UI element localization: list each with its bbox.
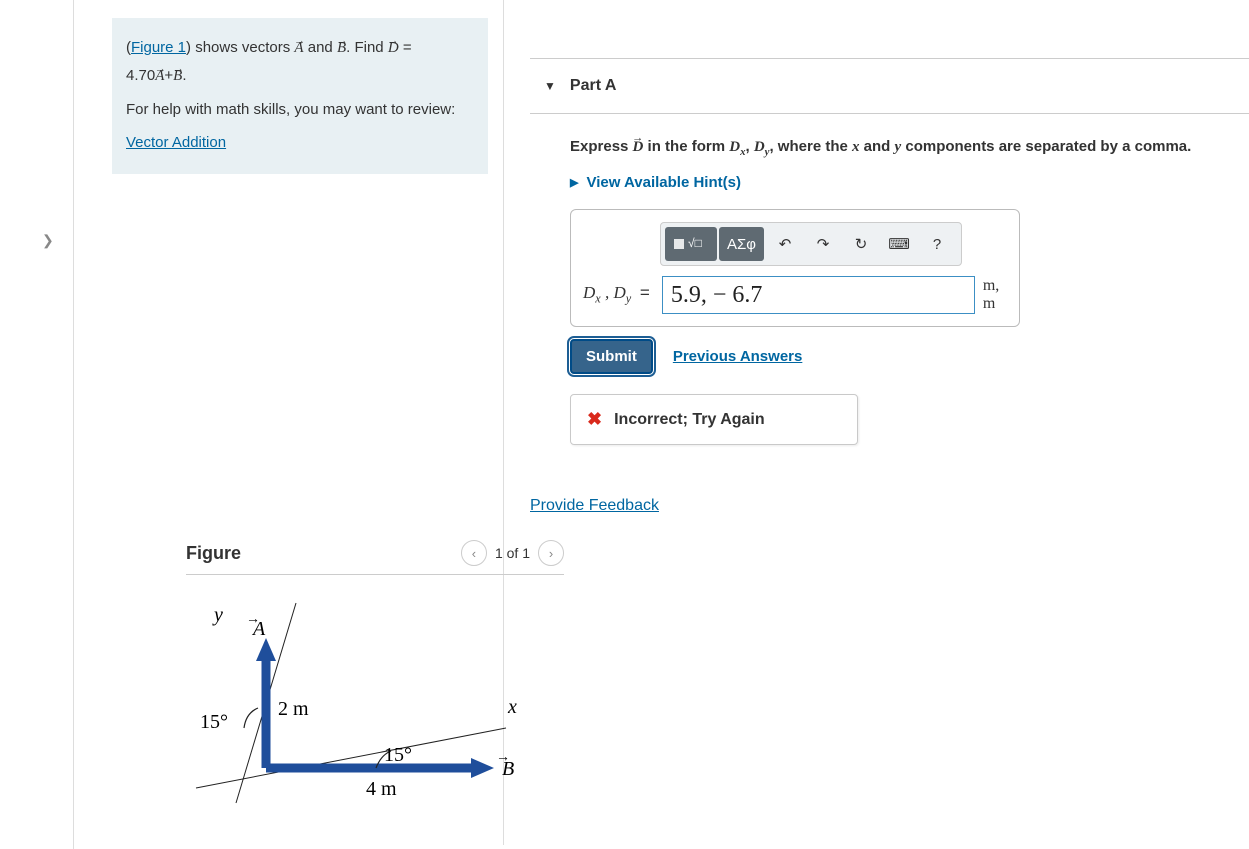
problem-statement: (Figure 1) shows vectors A and B. Find D… — [112, 18, 488, 174]
figure-prev-button[interactable]: ‹ — [461, 540, 487, 566]
previous-answers-link[interactable]: Previous Answers — [673, 348, 803, 365]
figure-header: Figure ‹ 1 of 1 › — [186, 540, 564, 575]
vector-d: D — [388, 40, 399, 56]
provide-feedback-link[interactable]: Provide Feedback — [530, 497, 659, 515]
help-button[interactable]: ? — [918, 227, 956, 261]
incorrect-icon: ✖ — [587, 409, 602, 430]
text: , — [601, 283, 614, 302]
text: , — [745, 138, 753, 155]
answer-input[interactable] — [662, 276, 975, 314]
redo-button[interactable]: ↷ — [804, 227, 842, 261]
figure-link[interactable]: Figure 1 — [131, 39, 186, 56]
hints-label: View Available Hint(s) — [586, 174, 741, 191]
text: and — [304, 39, 337, 56]
submit-button[interactable]: Submit — [570, 339, 653, 374]
vector-b-2: B — [173, 68, 182, 84]
text: y — [626, 292, 631, 306]
keyboard-button[interactable]: ⌨ — [880, 227, 918, 261]
view-hints-toggle[interactable]: ▶ View Available Hint(s) — [570, 174, 1249, 191]
left-rail: ❯ — [0, 0, 74, 849]
vector-b: B — [337, 40, 346, 56]
text: D — [583, 283, 595, 302]
text: components are separated by a comma. — [901, 138, 1191, 155]
len-a-label: 2 m — [278, 698, 309, 720]
answer-units: m, m — [983, 277, 1007, 313]
answer-card: √□ ΑΣφ ↶ ↷ ↻ ⌨ ? Dx , Dy = m, m — [570, 209, 1020, 327]
figure-next-button[interactable]: › — [538, 540, 564, 566]
y-axis-label: y — [212, 604, 223, 626]
text: and — [860, 138, 895, 155]
part-a-body: Express D in the form Dx, Dy, where the … — [530, 114, 1249, 515]
text: Express — [570, 138, 633, 155]
help-line: For help with math skills, you may want … — [126, 96, 474, 123]
greek-button[interactable]: ΑΣφ — [719, 227, 764, 261]
figure-title: Figure — [186, 543, 241, 564]
part-a-header[interactable]: ▼ Part A — [530, 58, 1249, 114]
templates-button[interactable]: √□ — [665, 227, 717, 261]
undo-button[interactable]: ↶ — [766, 227, 804, 261]
svg-text:√□: √□ — [688, 236, 702, 250]
caret-down-icon: ▼ — [544, 79, 556, 93]
svg-text:→: → — [496, 748, 510, 764]
x-axis-label: x — [507, 696, 517, 718]
dx: D — [729, 139, 740, 155]
right-column: ▼ Part A Express D in the form Dx, Dy, w… — [530, 0, 1249, 515]
answer-lhs: Dx , Dy = — [583, 283, 654, 306]
text: 4.70 — [126, 67, 155, 84]
equation-toolbar: √□ ΑΣφ ↶ ↷ ↻ ⌨ ? — [660, 222, 962, 266]
text: ) shows vectors — [186, 39, 294, 56]
instruction: Express D in the form Dx, Dy, where the … — [570, 136, 1249, 160]
figure-image: y x A → 2 m 15° B → 4 m 15° — [186, 593, 564, 836]
x-var: x — [852, 139, 860, 155]
text: = — [399, 39, 412, 56]
feedback-box: ✖ Incorrect; Try Again — [570, 394, 858, 445]
caret-right-icon: ▶ — [570, 176, 578, 189]
reset-button[interactable]: ↻ — [842, 227, 880, 261]
figure-section: Figure ‹ 1 of 1 › y x A → 2 m — [186, 540, 564, 836]
part-a-title: Part A — [570, 77, 617, 95]
dy: D — [754, 139, 765, 155]
expand-chevron-icon[interactable]: ❯ — [42, 232, 54, 249]
angle-b-label: 15° — [384, 744, 412, 766]
left-column: (Figure 1) shows vectors A and B. Find D… — [74, 0, 504, 845]
vector-addition-link[interactable]: Vector Addition — [126, 134, 226, 151]
svg-text:→: → — [246, 610, 260, 626]
problem-line-1: (Figure 1) shows vectors A and B. Find D… — [126, 34, 474, 90]
text: = — [635, 283, 650, 302]
feedback-text: Incorrect; Try Again — [614, 411, 765, 429]
figure-nav: ‹ 1 of 1 › — [461, 540, 564, 566]
text: . Find — [346, 39, 388, 56]
answer-row: Dx , Dy = m, m — [583, 276, 1007, 314]
action-row: Submit Previous Answers — [570, 339, 1249, 374]
vector-d: D — [633, 139, 644, 155]
text: , where the — [769, 138, 852, 155]
text: D — [613, 283, 625, 302]
len-b-label: 4 m — [366, 778, 397, 800]
angle-a-label: 15° — [200, 711, 228, 733]
text: in the form — [643, 138, 729, 155]
vector-a: A — [294, 40, 303, 56]
figure-counter: 1 of 1 — [495, 545, 530, 561]
vector-a-2: A — [155, 68, 164, 84]
